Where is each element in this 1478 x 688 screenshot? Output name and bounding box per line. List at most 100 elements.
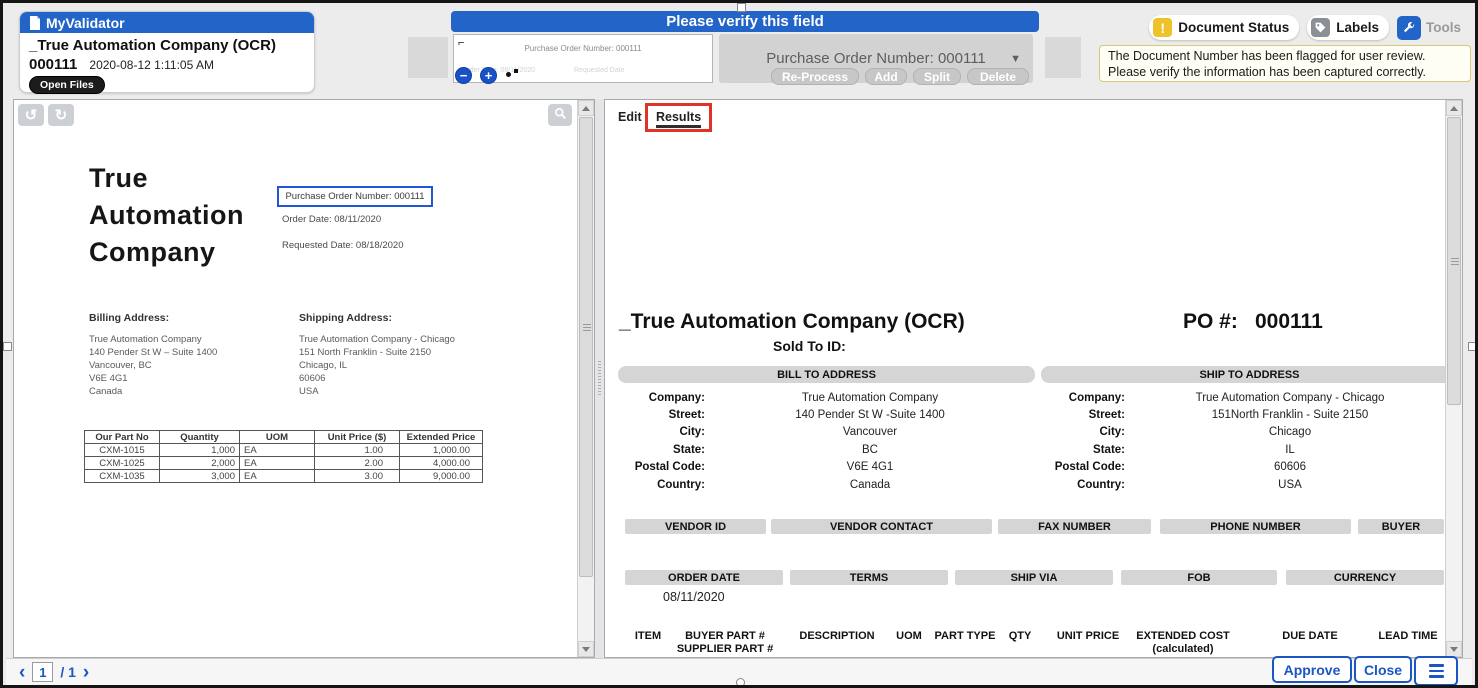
scroll-up-arrow[interactable] xyxy=(578,100,594,116)
page-total: / 1 xyxy=(60,664,76,680)
split-button[interactable]: Split xyxy=(913,68,961,85)
page-number-input[interactable]: 1 xyxy=(32,662,53,682)
validator-titlebar: MyValidator xyxy=(20,12,314,33)
document-icon xyxy=(29,16,41,30)
selection-handle-bottom xyxy=(736,678,745,687)
labels-label: Labels xyxy=(1336,20,1379,35)
close-button[interactable]: Close xyxy=(1354,656,1412,683)
field-label: Company: xyxy=(605,392,705,404)
field-value[interactable]: 60606 xyxy=(1135,461,1445,473)
search-icon xyxy=(554,107,567,124)
results-scrollbar[interactable] xyxy=(1445,100,1462,657)
field-label: State: xyxy=(1025,444,1125,456)
ship-via-header: SHIP VIA xyxy=(955,570,1113,585)
field-value[interactable]: V6E 4G1 xyxy=(715,461,1025,473)
phone-number-header: PHONE NUMBER xyxy=(1160,519,1351,534)
document-timestamp: 2020-08-12 1:11:05 AM xyxy=(89,58,214,72)
review-message-line1: The Document Number has been flagged for… xyxy=(1108,48,1462,64)
open-files-button[interactable]: Open Files xyxy=(29,76,105,94)
due-date-header: DUE DATE xyxy=(1255,630,1365,643)
magnify-button[interactable] xyxy=(548,104,572,126)
delete-button[interactable]: Delete xyxy=(967,68,1029,85)
field-value[interactable]: True Automation Company - Chicago xyxy=(1135,392,1445,404)
currency-header: CURRENCY xyxy=(1286,570,1444,585)
preview-requested-date: Requested Date: 08/18/2020 xyxy=(282,240,403,251)
table-header-row: Our Part No Quantity UOM Unit Price ($) … xyxy=(85,431,483,444)
selection-handle-top xyxy=(737,3,746,12)
po-label: PO #: xyxy=(1183,310,1238,334)
selection-handle-right xyxy=(1468,342,1477,351)
labels-button[interactable]: Labels xyxy=(1307,15,1389,40)
results-panel: Edit Results _True Automation Company (O… xyxy=(604,99,1463,658)
tools-label: Tools xyxy=(1426,20,1461,35)
field-value[interactable]: 151North Franklin - Suite 2150 xyxy=(1135,409,1445,421)
tab-results[interactable]: Results xyxy=(656,110,701,128)
document-number: 000111 xyxy=(29,56,77,73)
tag-icon xyxy=(1311,18,1330,37)
field-label: Street: xyxy=(1025,409,1125,421)
selection-handle-left xyxy=(3,342,12,351)
rotate-right-button[interactable]: ↻ xyxy=(48,104,74,126)
snippet-text: Purchase Order Number: 000111 xyxy=(454,44,712,53)
field-label: Country: xyxy=(605,479,705,491)
field-value[interactable]: IL xyxy=(1135,444,1445,456)
snippet-faint-line: Order Date: 08/11/2020 xyxy=(462,67,535,74)
fax-number-header: FAX NUMBER xyxy=(998,519,1151,534)
field-value[interactable]: Canada xyxy=(715,479,1025,491)
field-value[interactable]: USA xyxy=(1135,479,1445,491)
order-date-value[interactable]: 08/11/2020 xyxy=(663,590,725,604)
document-status-button[interactable]: ! Document Status xyxy=(1149,15,1299,40)
hamburger-icon xyxy=(1429,664,1444,678)
snippet-zoom-in-button[interactable]: + xyxy=(480,67,497,84)
chevron-down-icon: ▼ xyxy=(1010,53,1021,65)
field-label: Company: xyxy=(1025,392,1125,404)
scroll-down-arrow[interactable] xyxy=(578,641,594,657)
table-row: CXM-1015 1,000 EA 1.00 1,000.00 xyxy=(85,444,483,457)
rotate-left-icon: ↺ xyxy=(25,106,38,124)
panel-splitter[interactable] xyxy=(595,99,604,658)
table-row: CXM-1025 2,000 EA 2.00 4,000.00 xyxy=(85,457,483,470)
field-label: City: xyxy=(605,426,705,438)
preview-billing-title: Billing Address: xyxy=(89,312,169,324)
prev-page-button[interactable]: ‹ xyxy=(19,663,25,682)
document-scrollbar[interactable] xyxy=(577,100,594,657)
field-label: Country: xyxy=(1025,479,1125,491)
field-label: Street: xyxy=(605,409,705,421)
unit-price-header: UNIT PRICE xyxy=(1043,630,1133,643)
preview-billing-address: True Automation Company 140 Pender St W … xyxy=(89,333,217,398)
po-value: 000111 xyxy=(1255,310,1323,334)
scroll-up-arrow[interactable] xyxy=(1446,100,1462,116)
wrench-icon xyxy=(1397,16,1421,40)
buyer-header: BUYER xyxy=(1358,519,1444,534)
field-value[interactable]: Chicago xyxy=(1135,426,1445,438)
vendor-contact-header: VENDOR CONTACT xyxy=(771,519,992,534)
next-field-placeholder xyxy=(1045,37,1081,78)
preview-po-field-highlight[interactable]: Purchase Order Number: 000111 xyxy=(277,186,433,207)
warning-icon: ! xyxy=(1153,18,1172,37)
field-label: State: xyxy=(605,444,705,456)
sold-to-label: Sold To ID: xyxy=(773,338,846,354)
tools-button[interactable]: Tools xyxy=(1397,16,1461,40)
preview-shipping-address: True Automation Company - Chicago 151 No… xyxy=(299,333,455,398)
rotate-left-button[interactable]: ↺ xyxy=(18,104,44,126)
verify-panel-title: Please verify this field xyxy=(451,11,1039,32)
validator-card: MyValidator _True Automation Company (OC… xyxy=(19,11,315,93)
tab-edit[interactable]: Edit xyxy=(618,110,642,124)
field-value[interactable]: BC xyxy=(715,444,1025,456)
field-value: Purchase Order Number: 000111 xyxy=(766,50,986,67)
menu-button[interactable] xyxy=(1414,656,1458,686)
approve-button[interactable]: Approve xyxy=(1272,656,1352,683)
scrollbar-thumb[interactable] xyxy=(579,117,593,577)
reprocess-button[interactable]: Re-Process xyxy=(771,68,859,85)
field-value[interactable]: 140 Pender St W -Suite 1400 xyxy=(715,409,1025,421)
ship-to-header: SHIP TO ADDRESS xyxy=(1041,366,1458,383)
add-button[interactable]: Add xyxy=(865,68,907,85)
field-value[interactable]: True Automation Company xyxy=(715,392,1025,404)
field-value[interactable]: Vancouver xyxy=(715,426,1025,438)
header-toolbar: ! Document Status Labels Tools xyxy=(1149,15,1461,40)
terms-header: TERMS xyxy=(790,570,948,585)
scroll-down-arrow[interactable] xyxy=(1446,641,1462,657)
scrollbar-thumb[interactable] xyxy=(1447,117,1461,405)
snippet-zoom-out-button[interactable]: − xyxy=(455,67,472,84)
next-page-button[interactable]: › xyxy=(83,663,89,682)
